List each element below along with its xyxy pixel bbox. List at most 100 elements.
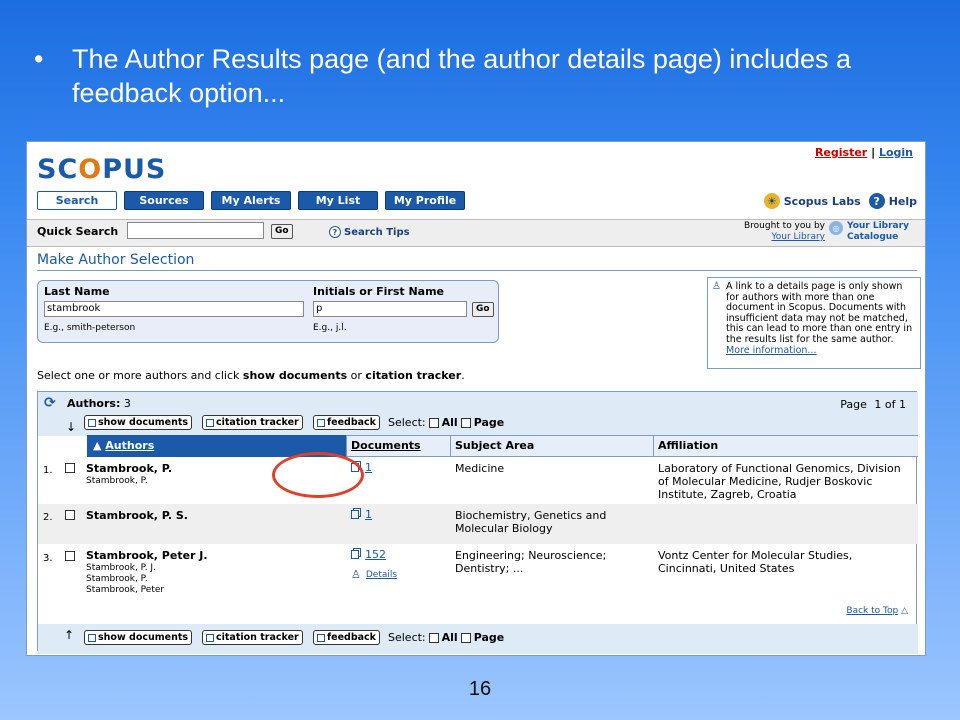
lightbulb-icon: ☀ — [763, 193, 780, 209]
instruction-end: . — [461, 369, 465, 382]
register-link[interactable]: Register — [815, 146, 867, 159]
show-documents-label: show documents — [98, 632, 189, 643]
details-link[interactable]: ♙ Details — [351, 568, 397, 581]
feedback-button[interactable]: feedback — [313, 415, 380, 430]
row-number: 3. — [43, 553, 53, 564]
login-link[interactable]: Login — [879, 146, 913, 159]
select-all-label: All — [441, 416, 458, 429]
feedback-label: feedback — [327, 632, 376, 643]
select-page-label: Page — [473, 631, 505, 644]
feedback-label: feedback — [327, 417, 376, 428]
slide-bullet-text: The Author Results page (and the author … — [72, 44, 852, 108]
quick-search-input[interactable] — [127, 222, 264, 239]
page-label: Page — [840, 398, 867, 411]
back-to-top-link[interactable]: Back to Top △ — [846, 606, 908, 616]
help-link[interactable]: Help — [889, 195, 917, 208]
col-divider — [346, 435, 347, 457]
select-page-checkbox[interactable] — [460, 632, 471, 643]
authors-count: Authors: 3 — [67, 397, 131, 410]
slide-bullet: • The Author Results page (and the autho… — [34, 42, 934, 110]
brought-by: Brought to you by Your Library — [735, 221, 825, 243]
documents-link[interactable]: 1 — [351, 508, 372, 521]
nav-my-alerts-tab[interactable]: My Alerts — [211, 191, 291, 210]
authors-count-value: 3 — [123, 397, 131, 410]
row-checkbox[interactable] — [65, 463, 75, 473]
search-tips-link[interactable]: Search Tips — [344, 227, 410, 238]
select-page-checkbox[interactable] — [460, 417, 471, 428]
documents-count: 1 — [365, 461, 372, 474]
table-row: 1. Stambrook, P. Stambrook, P. 1 Medicin… — [38, 457, 918, 503]
person-icon: ♙ — [712, 281, 721, 292]
search-tips[interactable]: ? Search Tips — [329, 226, 410, 238]
show-documents-button[interactable]: show documents — [84, 630, 193, 645]
nav-search-tab[interactable]: Search — [37, 191, 117, 210]
last-name-input[interactable]: stambrook — [44, 301, 304, 317]
show-documents-button[interactable]: show documents — [84, 415, 193, 430]
quick-search-label: Quick Search — [37, 225, 119, 238]
instruction-pre: Select one or more authors and click — [37, 369, 243, 382]
row-checkbox[interactable] — [65, 510, 75, 520]
author-variant: Stambrook, Peter — [86, 585, 165, 595]
quick-search-go-button[interactable]: Go — [271, 224, 293, 239]
nav-my-list-tab[interactable]: My List — [298, 191, 378, 210]
documents-count: 152 — [365, 548, 386, 561]
col-divider — [653, 435, 654, 457]
instruction-show-docs: show documents — [242, 369, 348, 382]
author-name-link[interactable]: Stambrook, Peter J. — [86, 549, 208, 562]
results-panel: ⟳ Authors: 3 Page 1 of 1 ↓ show document… — [37, 391, 918, 654]
select-controls: Select: All Page — [388, 416, 504, 429]
citation-tracker-button[interactable]: citation tracker — [202, 630, 303, 645]
select-all-checkbox[interactable] — [428, 632, 439, 643]
your-library-link[interactable]: Your Library — [771, 232, 825, 242]
column-authors-label: Authors — [105, 439, 155, 452]
authors-label: Authors: — [67, 397, 121, 410]
author-name-link[interactable]: Stambrook, P. — [86, 462, 172, 475]
column-affiliation: Affiliation — [658, 439, 719, 452]
select-label: Select: — [388, 416, 426, 429]
highlight-circle — [272, 452, 364, 498]
question-icon: ? — [329, 226, 341, 238]
feedback-button[interactable]: feedback — [313, 630, 380, 645]
citation-tracker-label: citation tracker — [216, 417, 299, 428]
select-page-label: Page — [473, 416, 505, 429]
nav-sources-tab[interactable]: Sources — [124, 191, 204, 210]
table-row: 3. Stambrook, Peter J. Stambrook, P. J. … — [38, 545, 918, 603]
more-information-link[interactable]: More information... — [726, 345, 816, 356]
logo-part3: PUS — [102, 154, 167, 185]
select-all-label: All — [441, 631, 458, 644]
select-all-checkbox[interactable] — [428, 417, 439, 428]
heading-divider — [37, 270, 917, 271]
column-subject-area: Subject Area — [455, 439, 535, 452]
citation-tracker-button[interactable]: citation tracker — [202, 415, 303, 430]
author-variant: Stambrook, P. — [86, 476, 148, 486]
column-documents[interactable]: Documents — [351, 439, 421, 452]
feedback-icon — [317, 418, 325, 427]
author-name-link[interactable]: Stambrook, P. S. — [86, 509, 188, 522]
info-text: A link to a details page is only shown f… — [726, 281, 913, 345]
table-row: 2. Stambrook, P. S. 1 Biochemistry, Gene… — [38, 504, 918, 544]
doc-icon — [88, 633, 96, 642]
subject-area: Engineering; Neuroscience; Dentistry; ..… — [455, 549, 607, 575]
library-catalogue[interactable]: ◎ Your Library Catalogue — [829, 221, 909, 243]
details-label: Details — [365, 569, 398, 580]
library-catalogue-line2: Catalogue — [847, 232, 899, 242]
author-search-go-button[interactable]: Go — [472, 302, 494, 317]
select-controls: Select: All Page — [388, 631, 504, 644]
nav-my-profile-tab[interactable]: My Profile — [385, 191, 465, 210]
help-icon[interactable]: ? — [868, 193, 885, 209]
instruction-text: Select one or more authors and click sho… — [37, 369, 465, 382]
documents-link[interactable]: 152 — [351, 548, 386, 561]
row-checkbox[interactable] — [65, 551, 75, 561]
back-to-top-label: Back to Top — [846, 606, 899, 616]
person-icon: ♙ — [351, 568, 361, 581]
up-arrow-icon: △ — [901, 606, 908, 616]
bracket-arrow-icon: ↑ — [64, 628, 75, 642]
scopus-labs-link[interactable]: Scopus Labs — [784, 195, 861, 208]
pagination: Page 1 of 1 — [840, 398, 906, 411]
author-variant: Stambrook, P. J. — [86, 563, 156, 573]
initials-input[interactable]: p — [313, 301, 467, 317]
scopus-logo[interactable]: SCOPUS — [37, 154, 166, 185]
citation-tracker-label: citation tracker — [216, 632, 299, 643]
library-icon: ◎ — [829, 221, 843, 235]
row-number: 2. — [43, 512, 53, 523]
